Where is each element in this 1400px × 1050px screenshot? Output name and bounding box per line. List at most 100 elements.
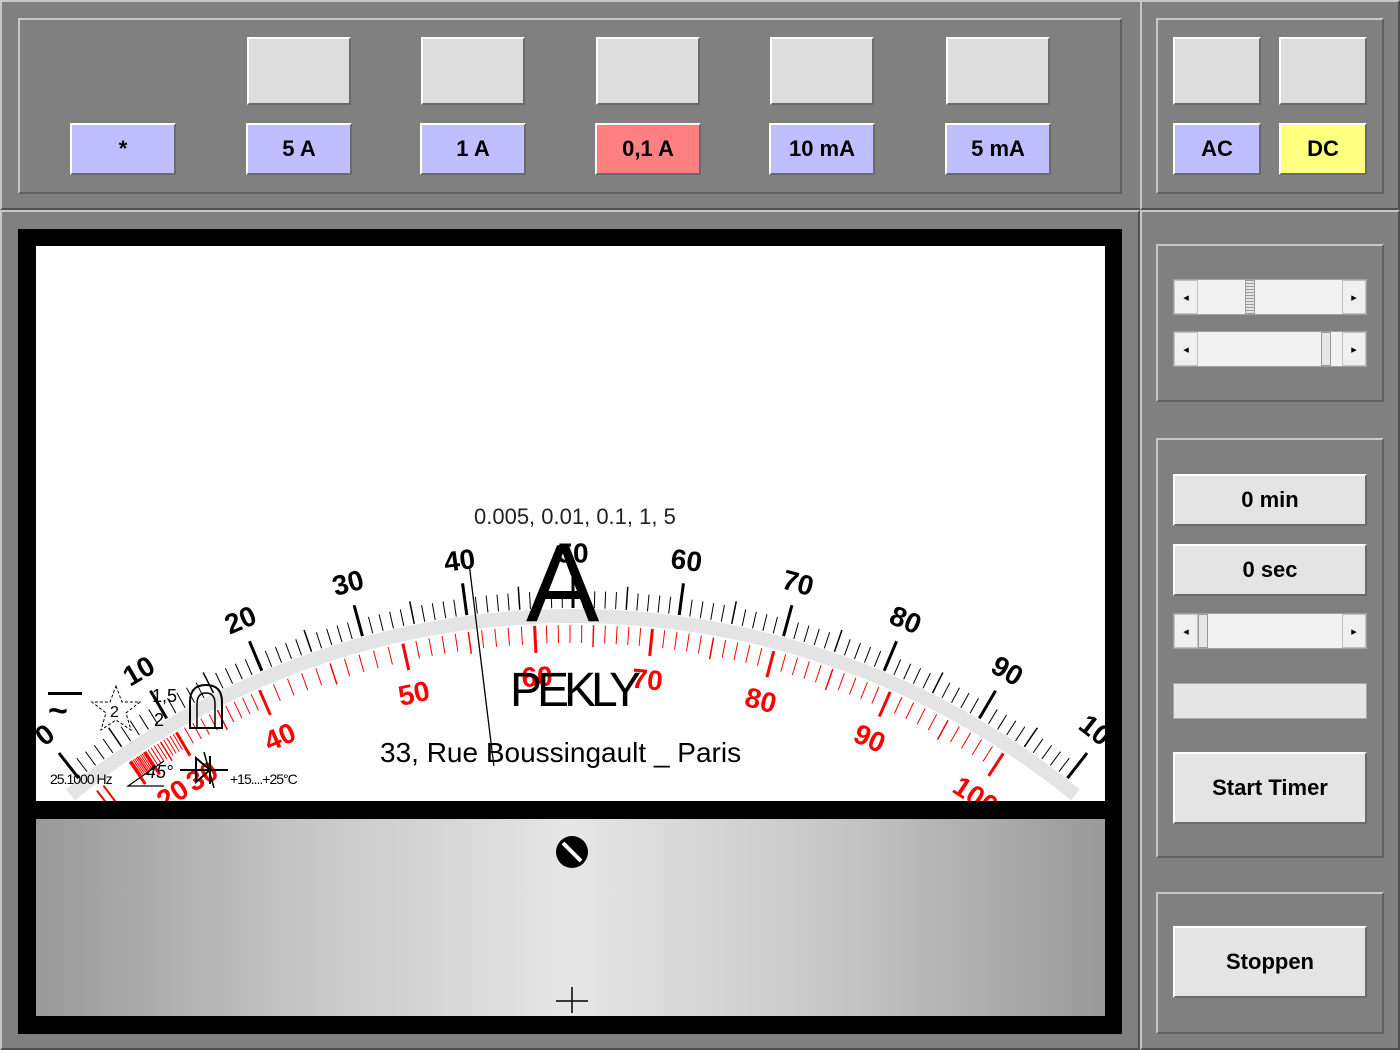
range-button-5a[interactable]: 5 A [246, 123, 352, 175]
slider-top-right-arrow-icon[interactable]: ▸ [1342, 280, 1366, 314]
red-major-tick [877, 691, 892, 718]
slider-bottom-thumb[interactable] [1321, 332, 1332, 366]
black-scale-label: 80 [885, 600, 926, 641]
red-half-tick [708, 637, 715, 660]
red-minor-tick [745, 645, 751, 663]
red-minor-tick [315, 668, 323, 686]
red-scale-label: 100 [947, 770, 1003, 801]
black-minor-tick [793, 622, 799, 640]
crosshair-icon [556, 987, 588, 1013]
red-minor-tick [494, 628, 498, 647]
black-scale-label: 100 [1073, 708, 1105, 761]
moving-iron-icon [189, 683, 223, 729]
red-major-tick [648, 628, 654, 657]
slider-bottom[interactable]: ◂ ▸ [1173, 331, 1367, 367]
red-minor-tick [916, 708, 926, 725]
range-button-01a[interactable]: 0,1 A [595, 123, 701, 175]
black-minor-tick [85, 751, 96, 766]
slider-bottom-left-arrow-icon[interactable]: ◂ [1174, 332, 1198, 366]
red-minor-tick [927, 713, 938, 731]
black-scale-label: 60 [669, 543, 704, 578]
mode-indicator-ac[interactable] [1173, 37, 1261, 105]
stop-button[interactable]: Stoppen [1173, 926, 1367, 998]
black-minor-tick [474, 596, 478, 614]
black-half-tick [931, 672, 944, 694]
black-minor-tick [76, 757, 88, 773]
zero-adjust-screw-icon[interactable] [556, 836, 588, 868]
timer-slider-thumb[interactable] [1198, 614, 1208, 648]
range-indicator-5ma[interactable] [946, 37, 1050, 105]
red-minor-tick [301, 673, 309, 691]
timer-slider-right-arrow-icon[interactable]: ▸ [1342, 614, 1366, 648]
timer-slider-left-arrow-icon[interactable]: ◂ [1174, 614, 1198, 648]
slider-top-left-arrow-icon[interactable]: ◂ [1174, 280, 1198, 314]
black-minor-tick [1032, 738, 1044, 754]
black-scale-label: 70 [779, 564, 817, 602]
black-minor-tick [264, 650, 273, 667]
red-minor-tick [757, 647, 763, 666]
unit-label: A [526, 522, 600, 645]
red-minor-tick [982, 746, 993, 762]
mode-button-ac[interactable]: AC [1173, 123, 1261, 175]
red-minor-tick [441, 635, 446, 654]
timer-slider[interactable]: ◂ ▸ [1173, 613, 1367, 649]
range-indicator-10ma[interactable] [770, 37, 874, 105]
black-minor-tick [1050, 751, 1061, 766]
black-minor-tick [988, 709, 998, 725]
black-major-tick [352, 604, 364, 637]
red-minor-tick [721, 639, 727, 658]
black-minor-tick [442, 601, 447, 619]
black-minor-tick [893, 659, 902, 676]
range-indicator-1a[interactable] [421, 37, 525, 105]
red-minor-tick [814, 665, 822, 683]
rectifier-icon [180, 752, 228, 788]
slider-top-thumb[interactable] [1244, 280, 1255, 314]
black-minor-tick [951, 687, 960, 704]
black-minor-tick [507, 593, 510, 611]
red-minor-tick [780, 654, 787, 672]
black-minor-tick [176, 692, 186, 709]
black-minor-tick [912, 668, 922, 684]
timer-progress [1173, 683, 1367, 719]
range-button-label: 10 mA [788, 136, 856, 161]
class-bottom: 2 [154, 710, 165, 730]
black-minor-tick [903, 663, 912, 680]
slider-group [1156, 244, 1384, 402]
range-button-10ma[interactable]: 10 mA [769, 123, 875, 175]
mode-indicator-dc[interactable] [1279, 37, 1367, 105]
red-minor-tick [837, 673, 845, 691]
slider-bottom-right-arrow-icon[interactable]: ▸ [1342, 332, 1366, 366]
range-button-star[interactable]: * [70, 123, 176, 175]
range-button-1a[interactable]: 1 A [420, 123, 526, 175]
black-major-tick [677, 583, 685, 616]
red-half-tick [936, 719, 949, 740]
black-minor-tick [699, 601, 704, 619]
black-minor-tick [421, 605, 426, 622]
range-indicator-01a[interactable] [596, 37, 700, 105]
range-button-5ma[interactable]: 5 mA [945, 123, 1051, 175]
red-minor-tick [250, 693, 259, 711]
class-top: 1,5 [152, 686, 178, 706]
start-timer-button[interactable]: Start Timer [1173, 752, 1367, 824]
start-timer-label: Start Timer [1212, 775, 1328, 800]
red-minor-tick [373, 650, 379, 669]
red-minor-tick [507, 627, 511, 646]
red-minor-tick [627, 626, 630, 645]
black-minor-tick [326, 628, 333, 646]
mode-button-dc[interactable]: DC [1279, 123, 1367, 175]
black-minor-tick [772, 616, 778, 634]
range-indicator-5a[interactable] [247, 37, 351, 105]
seconds-text: 0 sec [1242, 557, 1298, 582]
star-number: 2 [110, 704, 119, 721]
black-half-tick [1023, 727, 1038, 748]
black-minor-tick [863, 646, 872, 663]
black-minor-tick [485, 595, 489, 613]
red-minor-tick [415, 640, 420, 659]
black-half-tick [625, 586, 629, 610]
black-minor-tick [347, 622, 353, 640]
slider-top[interactable]: ◂ ▸ [1173, 279, 1367, 315]
black-major-tick [248, 640, 264, 672]
range-button-label: 5 A [282, 136, 316, 161]
red-minor-tick [428, 638, 433, 657]
black-minor-tick [234, 663, 243, 680]
